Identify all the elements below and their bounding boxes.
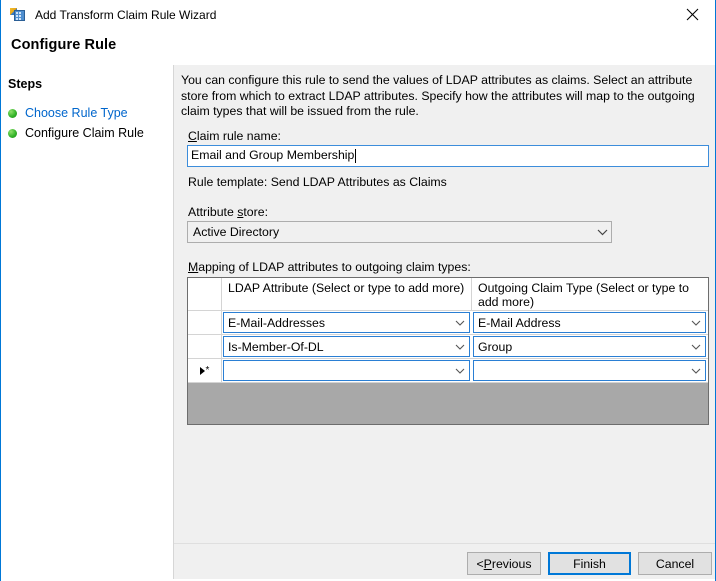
chevron-down-icon [451, 344, 469, 350]
steps-panel: Steps Choose Rule Type Configure Claim R… [1, 65, 173, 579]
chevron-down-icon [687, 368, 705, 374]
claim-rule-name-label: Claim rule name: [188, 129, 281, 143]
new-row-icon: * [200, 366, 210, 376]
chevron-down-icon [687, 344, 705, 350]
attribute-store-dropdown[interactable]: Active Directory [187, 221, 612, 243]
step-bullet-icon [8, 109, 17, 118]
cell-outgoing-claim-type[interactable] [472, 359, 708, 383]
content-pane: You can configure this rule to send the … [174, 65, 715, 579]
text-caret [355, 149, 356, 163]
ldap-attribute-dropdown[interactable] [223, 360, 470, 381]
new-row-marker[interactable]: * [188, 359, 222, 383]
close-icon[interactable] [670, 0, 715, 29]
outgoing-claim-type-dropdown[interactable] [473, 360, 706, 381]
claim-rule-name-input[interactable]: Email and Group Membership [187, 145, 709, 167]
cell-outgoing-claim-type[interactable]: E-Mail Address [472, 311, 708, 335]
sidebar-item-configure-claim-rule[interactable]: Configure Claim Rule [8, 124, 144, 142]
finish-button[interactable]: Finish [548, 552, 631, 575]
column-header-ldap-attribute[interactable]: LDAP Attribute (Select or type to add mo… [222, 278, 472, 311]
previous-button[interactable]: < Previous [467, 552, 541, 575]
outgoing-claim-type-dropdown[interactable]: Group [473, 336, 706, 357]
chevron-down-icon [451, 368, 469, 374]
rule-template-text: Rule template: Send LDAP Attributes as C… [188, 175, 447, 189]
wizard-icon [10, 7, 26, 23]
column-header-outgoing-claim-type[interactable]: Outgoing Claim Type (Select or type to a… [472, 278, 708, 311]
footer-bar: < Previous Finish Cancel [174, 544, 715, 579]
row-selector-header [188, 278, 222, 311]
ldap-attribute-dropdown[interactable]: E-Mail-Addresses [223, 312, 470, 333]
window-body: Steps Choose Rule Type Configure Claim R… [1, 65, 715, 579]
sidebar-item-choose-rule-type[interactable]: Choose Rule Type [8, 104, 128, 122]
content-inner: You can configure this rule to send the … [174, 65, 715, 543]
table-row[interactable]: Is-Member-Of-DL Group [188, 335, 708, 359]
title-bar: Add Transform Claim Rule Wizard [1, 0, 715, 30]
cell-ldap-attribute[interactable] [222, 359, 472, 383]
table-row[interactable]: E-Mail-Addresses E-Mail Address [188, 311, 708, 335]
window-title: Add Transform Claim Rule Wizard [35, 8, 216, 22]
ldap-attribute-value: E-Mail-Addresses [228, 316, 451, 330]
cell-ldap-attribute[interactable]: Is-Member-Of-DL [222, 335, 472, 359]
mapping-grid[interactable]: LDAP Attribute (Select or type to add mo… [187, 277, 709, 425]
outgoing-claim-type-value: Group [478, 340, 687, 354]
step-bullet-icon [8, 129, 17, 138]
cell-outgoing-claim-type[interactable]: Group [472, 335, 708, 359]
chevron-down-icon [451, 320, 469, 326]
ldap-attribute-value: Is-Member-Of-DL [228, 340, 451, 354]
description-text: You can configure this rule to send the … [181, 73, 709, 120]
sidebar-item-label: Choose Rule Type [25, 106, 128, 120]
mapping-label: Mapping of LDAP attributes to outgoing c… [188, 260, 471, 274]
cancel-button[interactable]: Cancel [638, 552, 712, 575]
grid-header-row: LDAP Attribute (Select or type to add mo… [188, 278, 708, 311]
cell-ldap-attribute[interactable]: E-Mail-Addresses [222, 311, 472, 335]
table-row-new[interactable]: * [188, 359, 708, 383]
chevron-down-icon [687, 320, 705, 326]
row-selector[interactable] [188, 311, 222, 335]
sidebar-item-label: Configure Claim Rule [25, 126, 144, 140]
outgoing-claim-type-value: E-Mail Address [478, 316, 687, 330]
attribute-store-label: Attribute store: [188, 205, 268, 219]
page-title: Configure Rule [11, 37, 116, 53]
header-band: Configure Rule [1, 30, 715, 65]
steps-title: Steps [8, 77, 42, 91]
row-selector[interactable] [188, 335, 222, 359]
attribute-store-value: Active Directory [193, 225, 593, 239]
grid-inner: LDAP Attribute (Select or type to add mo… [188, 278, 708, 424]
ldap-attribute-dropdown[interactable]: Is-Member-Of-DL [223, 336, 470, 357]
chevron-down-icon [593, 229, 611, 236]
outgoing-claim-type-dropdown[interactable]: E-Mail Address [473, 312, 706, 333]
wizard-window: Add Transform Claim Rule Wizard Configur… [0, 0, 716, 581]
claim-rule-name-value: Email and Group Membership [191, 148, 354, 162]
